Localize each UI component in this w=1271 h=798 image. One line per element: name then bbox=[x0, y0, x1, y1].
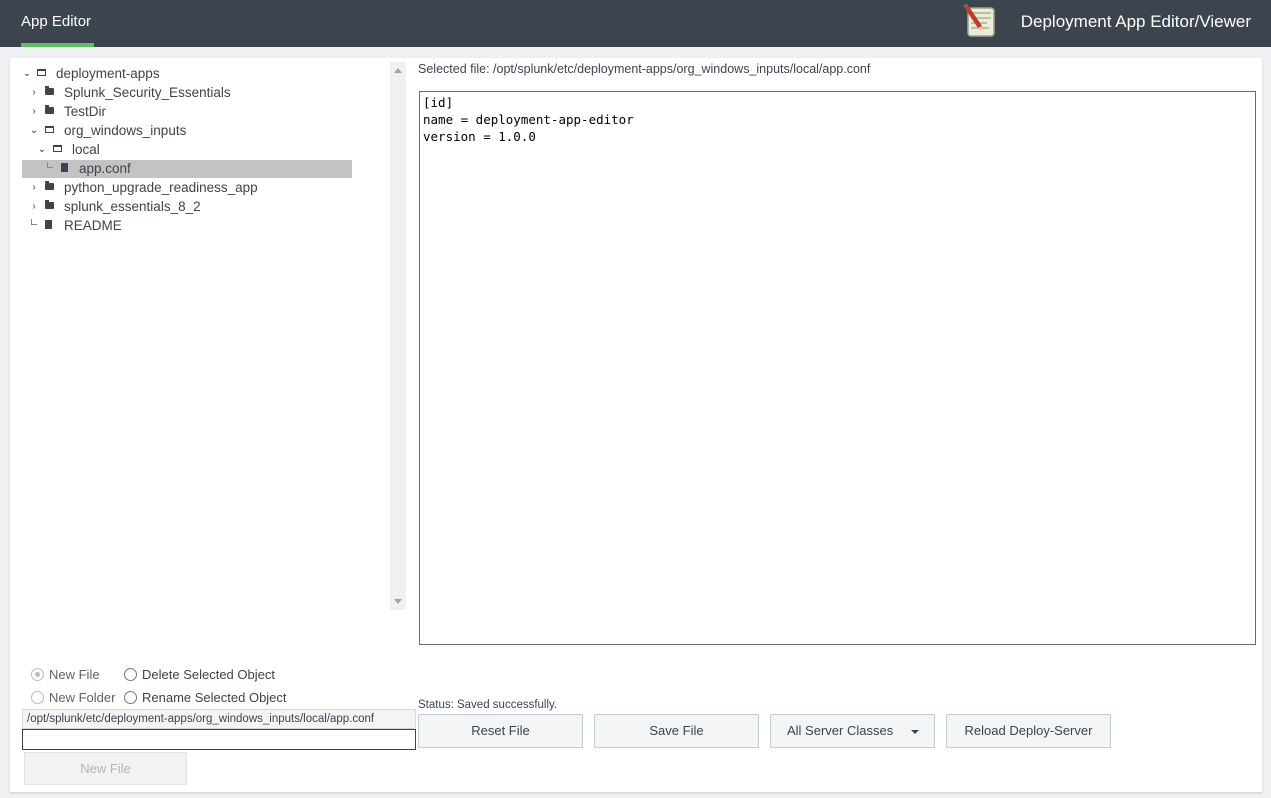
new-file-radio[interactable] bbox=[31, 668, 44, 681]
tree-branch-line bbox=[31, 219, 37, 225]
tree-branch-line bbox=[47, 162, 53, 168]
code-line: name = deployment-app-editor bbox=[423, 112, 634, 127]
selected-file-path: Selected file: /opt/splunk/etc/deploymen… bbox=[418, 62, 871, 76]
folder-icon bbox=[45, 181, 54, 190]
code-line: version = 1.0.0 bbox=[423, 129, 536, 144]
top-bar: App Editor Deployment App Editor/Viewer bbox=[0, 0, 1271, 47]
notepad-pencil-icon bbox=[963, 4, 995, 37]
folder-open-icon bbox=[53, 145, 62, 152]
tree-item-org-windows-inputs[interactable]: ⌄ org_windows_inputs bbox=[22, 122, 362, 140]
save-file-button[interactable]: Save File bbox=[594, 714, 759, 748]
code-line: [id] bbox=[423, 95, 454, 110]
chevron-down-icon[interactable]: ⌄ bbox=[22, 65, 32, 83]
file-tree: ⌄ deployment-apps › Splunk_Security_Esse… bbox=[22, 62, 392, 610]
tree-item-label: TestDir bbox=[64, 104, 107, 119]
file-icon bbox=[61, 163, 68, 172]
server-classes-dropdown[interactable]: All Server Classes bbox=[770, 714, 935, 748]
code-editor[interactable]: [id] name = deployment-app-editor versio… bbox=[419, 91, 1256, 645]
rename-radio[interactable] bbox=[124, 691, 137, 704]
server-classes-selected: All Server Classes bbox=[787, 723, 894, 738]
main-panel: ⌄ deployment-apps › Splunk_Security_Esse… bbox=[10, 58, 1262, 792]
chevron-right-icon[interactable]: › bbox=[29, 84, 39, 102]
app-title: Deployment App Editor/Viewer bbox=[1020, 12, 1251, 31]
new-folder-option-label: New Folder bbox=[49, 690, 116, 705]
nav-tab-app-editor[interactable]: App Editor bbox=[21, 0, 91, 47]
new-file-button[interactable]: New File bbox=[24, 752, 187, 785]
new-file-option-label: New File bbox=[49, 667, 100, 682]
rename-option-label: Rename Selected Object bbox=[142, 690, 287, 705]
tree-item-label: README bbox=[64, 218, 122, 233]
tree-item-label: splunk_essentials_8_2 bbox=[64, 199, 201, 214]
caret-down-icon bbox=[911, 730, 919, 734]
tree-item-label: app.conf bbox=[79, 161, 131, 176]
file-icon bbox=[45, 220, 52, 229]
delete-radio[interactable] bbox=[124, 668, 137, 681]
folder-open-icon bbox=[37, 69, 46, 76]
tree-scrollbar[interactable] bbox=[390, 62, 406, 610]
tree-item-splunk-security-essentials[interactable]: › Splunk_Security_Essentials bbox=[22, 84, 362, 102]
chevron-down-icon[interactable]: ⌄ bbox=[37, 141, 47, 159]
folder-icon bbox=[45, 105, 54, 114]
folder-icon bbox=[45, 86, 54, 95]
tree-item-label: deployment-apps bbox=[56, 66, 160, 81]
tree-item-python-upgrade-readiness-app[interactable]: › python_upgrade_readiness_app bbox=[22, 179, 362, 197]
chevron-right-icon[interactable]: › bbox=[29, 179, 39, 197]
folder-open-icon bbox=[45, 126, 54, 133]
chevron-down-icon[interactable]: ⌄ bbox=[29, 122, 39, 140]
tree-item-label: local bbox=[72, 142, 100, 157]
tree-item-splunk-essentials-8-2[interactable]: › splunk_essentials_8_2 bbox=[22, 198, 362, 216]
folder-icon bbox=[45, 200, 54, 209]
tree-item-deployment-apps[interactable]: ⌄ deployment-apps bbox=[22, 65, 362, 83]
status-message: Status: Saved successfully. bbox=[418, 699, 558, 711]
tree-item-app-conf[interactable]: app.conf bbox=[22, 160, 352, 178]
new-folder-radio[interactable] bbox=[31, 691, 44, 704]
tree-item-label: org_windows_inputs bbox=[64, 123, 187, 138]
scroll-down-icon[interactable] bbox=[394, 599, 402, 604]
target-path-field: /opt/splunk/etc/deployment-apps/org_wind… bbox=[22, 709, 416, 729]
tree-item-testdir[interactable]: › TestDir bbox=[22, 103, 362, 121]
reset-file-button[interactable]: Reset File bbox=[418, 714, 583, 748]
chevron-right-icon[interactable]: › bbox=[29, 103, 39, 121]
tree-item-readme[interactable]: README bbox=[22, 217, 362, 235]
scroll-up-icon[interactable] bbox=[394, 68, 402, 73]
chevron-right-icon[interactable]: › bbox=[29, 198, 39, 216]
tree-item-label: python_upgrade_readiness_app bbox=[64, 180, 258, 195]
active-tab-indicator bbox=[21, 43, 94, 47]
tree-item-local[interactable]: ⌄ local bbox=[22, 141, 362, 159]
reload-deploy-server-button[interactable]: Reload Deploy-Server bbox=[946, 714, 1111, 748]
delete-option-label: Delete Selected Object bbox=[142, 667, 275, 682]
object-name-input[interactable] bbox=[22, 729, 416, 750]
tree-item-label: Splunk_Security_Essentials bbox=[64, 85, 231, 100]
